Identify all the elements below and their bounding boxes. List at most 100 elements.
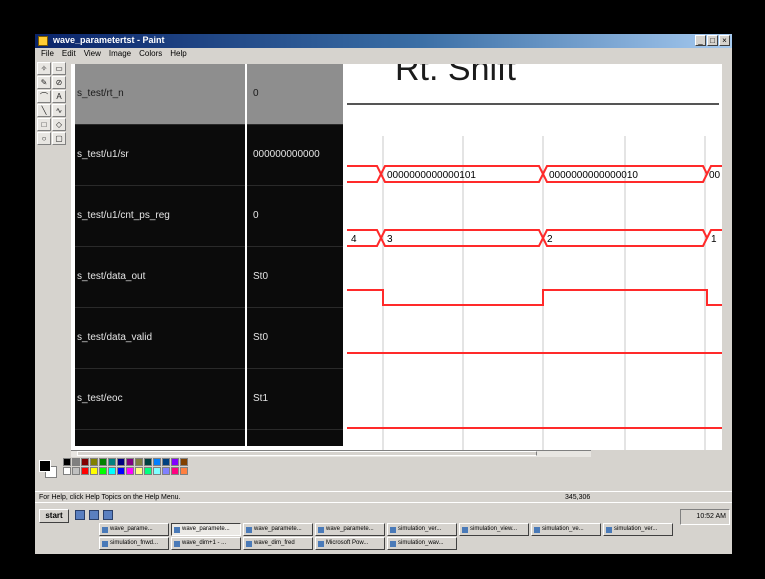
palette-color-swatch[interactable] (81, 467, 89, 475)
desktop-icon[interactable] (75, 510, 85, 520)
menu-edit[interactable]: Edit (62, 48, 76, 60)
cnt-bus-segment (379, 229, 545, 247)
palette-color-swatch[interactable] (63, 467, 71, 475)
cnt-bus-wave (347, 229, 722, 247)
signal-row[interactable]: s_test/data_out (75, 247, 245, 308)
quick-launch (75, 510, 113, 520)
start-button[interactable]: start (39, 509, 69, 523)
curve-tool-icon[interactable]: ⌒ (37, 90, 51, 103)
rectangle-tool-icon[interactable]: □ (37, 118, 51, 131)
palette-color-swatch[interactable] (180, 458, 188, 466)
task-button[interactable]: wave_paramete... (315, 523, 385, 536)
value-row: St1 (247, 369, 343, 430)
signal-row[interactable]: s_test/eoc (75, 369, 245, 430)
signal-name: s_test/data_out (77, 271, 146, 282)
task-button[interactable]: simulation_ver... (603, 523, 673, 536)
task-button[interactable]: simulation_ve... (531, 523, 601, 536)
sr-value-label: 0000000000000101 (387, 170, 476, 181)
waveform-area: Rt. Shift 0000000000000101 0000000000000… (347, 64, 722, 450)
palette-color-swatch[interactable] (162, 467, 170, 475)
palette-color-swatch[interactable] (72, 467, 80, 475)
cnt-bus-labels: 4 3 2 1 (351, 234, 717, 245)
palette-color-swatch[interactable] (72, 458, 80, 466)
value-row: 0 (247, 64, 343, 125)
browser-icon[interactable] (89, 510, 99, 520)
signal-row[interactable]: s_test/data_valid (75, 308, 245, 369)
task-button[interactable]: wave_dim+1 - ... (171, 537, 241, 550)
menu-image[interactable]: Image (109, 48, 131, 60)
palette-color-swatch[interactable] (135, 458, 143, 466)
polygon-tool-icon[interactable]: ◇ (52, 118, 66, 131)
palette-color-swatch[interactable] (117, 458, 125, 466)
maximize-button[interactable]: □ (707, 35, 718, 46)
palette-color-swatch[interactable] (180, 467, 188, 475)
sr-value-label: 00 (709, 170, 721, 181)
palette-color-swatch[interactable] (171, 458, 179, 466)
close-button[interactable]: × (719, 35, 730, 46)
task-button-active[interactable]: wave_paramete... (171, 523, 241, 536)
foreground-color-swatch[interactable] (39, 460, 51, 472)
paint-app-icon (38, 36, 48, 46)
palette-color-swatch[interactable] (144, 467, 152, 475)
signal-row[interactable]: s_test/u1/sr (75, 125, 245, 186)
task-button[interactable]: simulation_fnwd... (99, 537, 169, 550)
palette-color-swatch[interactable] (99, 458, 107, 466)
current-colors[interactable] (39, 460, 57, 478)
signal-name: s_test/rt_n (77, 88, 124, 99)
palette-color-swatch[interactable] (153, 458, 161, 466)
palette-color-swatch[interactable] (135, 467, 143, 475)
line-tool-icon[interactable]: ╲ (37, 104, 51, 117)
free-select-tool-icon[interactable]: ✧ (37, 62, 51, 75)
pencil-tool-icon[interactable]: ✎ (37, 76, 51, 89)
menu-help[interactable]: Help (170, 48, 186, 60)
paint-canvas[interactable]: s_test/rt_n s_test/u1/sr s_test/u1/cnt_p… (71, 64, 722, 450)
palette-color-swatch[interactable] (108, 467, 116, 475)
task-button[interactable]: simulation_view... (459, 523, 529, 536)
palette-color-swatch[interactable] (162, 458, 170, 466)
palette-color-swatch[interactable] (171, 467, 179, 475)
task-button[interactable]: wave_paramete... (243, 523, 313, 536)
menu-view[interactable]: View (84, 48, 101, 60)
rounded-rect-tool-icon[interactable]: ▢ (52, 132, 66, 145)
signal-value: 0 (253, 210, 259, 221)
menu-colors[interactable]: Colors (139, 48, 162, 60)
task-button[interactable]: simulation_ver... (387, 523, 457, 536)
sr-value-label: 0000000000000010 (549, 170, 638, 181)
eraser-tool-icon[interactable]: ⊘ (52, 76, 66, 89)
waveform-svg: 0000000000000101 0000000000000010 00 4 3… (347, 103, 722, 450)
task-button[interactable]: wave_parame... (99, 523, 169, 536)
ellipse-tool-icon[interactable]: ○ (37, 132, 51, 145)
explorer-icon[interactable] (103, 510, 113, 520)
palette-color-swatch[interactable] (90, 458, 98, 466)
palette-color-swatch[interactable] (90, 467, 98, 475)
signal-row[interactable]: s_test/u1/cnt_ps_reg (75, 186, 245, 247)
palette-color-swatch[interactable] (153, 467, 161, 475)
task-button[interactable]: simulation_wav... (387, 537, 457, 550)
task-button[interactable]: wave_dim_fred (243, 537, 313, 550)
signal-value: St0 (253, 271, 269, 282)
window-titlebar[interactable]: wave_parametertst - Paint _ □ × (35, 34, 732, 48)
signal-row[interactable]: s_test/rt_n (75, 64, 245, 125)
window-controls: _ □ × (695, 35, 730, 46)
rect-select-tool-icon[interactable]: ▭ (52, 62, 66, 75)
palette-color-swatch[interactable] (126, 467, 134, 475)
palette-swatches (63, 458, 188, 475)
palette-color-swatch[interactable] (117, 467, 125, 475)
scrollbar-thumb[interactable] (77, 451, 537, 456)
palette-color-swatch[interactable] (108, 458, 116, 466)
palette-color-swatch[interactable] (126, 458, 134, 466)
horizontal-scrollbar[interactable] (71, 450, 591, 457)
minimize-button[interactable]: _ (695, 35, 706, 46)
system-tray-clock[interactable]: 10:52 AM (680, 509, 730, 525)
task-button[interactable]: Microsoft Pow... (315, 537, 385, 550)
airbrush-tool-icon[interactable]: ∿ (52, 104, 66, 117)
palette-color-swatch[interactable] (63, 458, 71, 466)
palette-color-swatch[interactable] (144, 458, 152, 466)
text-tool-icon[interactable]: A (52, 90, 66, 103)
signal-name: s_test/u1/cnt_ps_reg (77, 210, 170, 221)
menu-file[interactable]: File (41, 48, 54, 60)
palette-color-swatch[interactable] (99, 467, 107, 475)
windows-taskbar: start wave_parame... wave_paramete... wa… (35, 502, 732, 554)
cnt-value-label: 1 (711, 234, 717, 245)
palette-color-swatch[interactable] (81, 458, 89, 466)
